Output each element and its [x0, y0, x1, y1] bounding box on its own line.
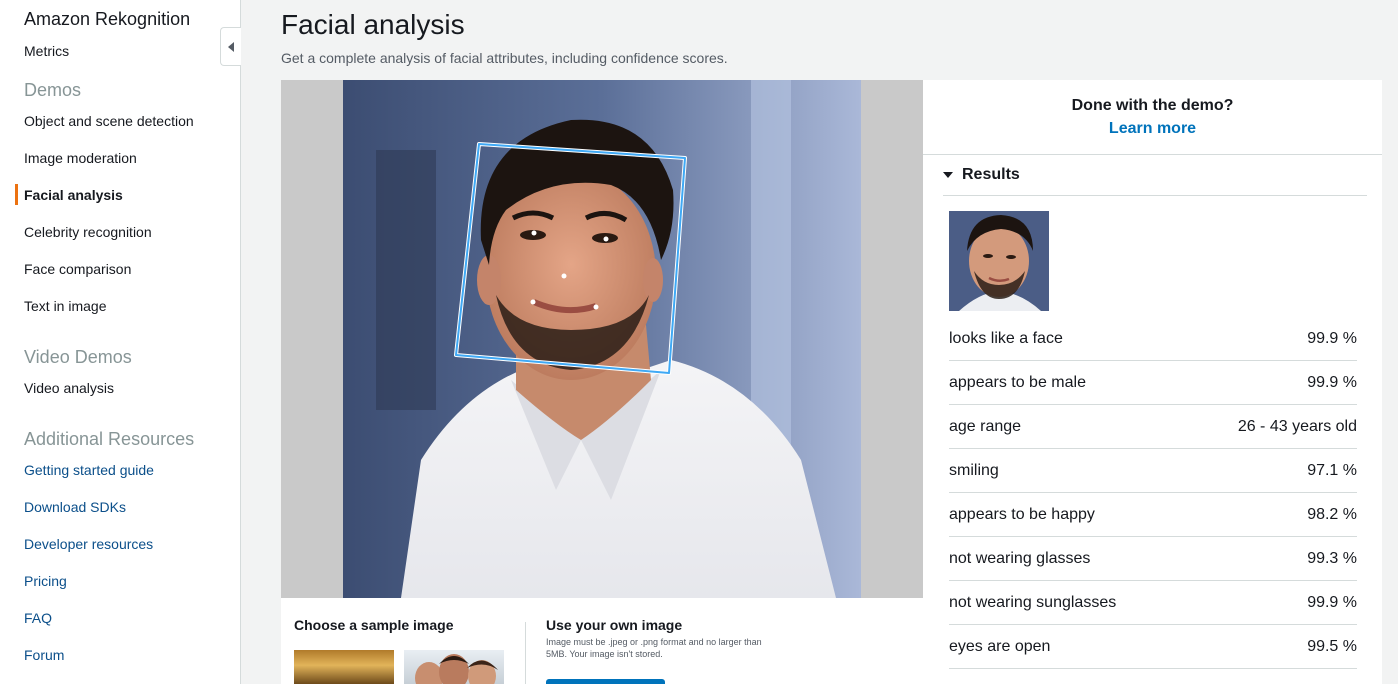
- image-source-panel: Choose a sample image Use your own image…: [281, 598, 923, 684]
- results-panel: Done with the demo? Learn more Results l…: [923, 80, 1382, 684]
- sidebar-link-forum[interactable]: Forum: [24, 647, 64, 663]
- analyzed-photo: [281, 80, 923, 598]
- active-indicator: [15, 184, 18, 205]
- sidebar-item-celebrity-recognition[interactable]: Celebrity recognition: [24, 224, 152, 240]
- attribute-value: 99.9 %: [1307, 593, 1357, 611]
- attribute-list: looks like a face 99.9 % appears to be m…: [949, 317, 1357, 669]
- attribute-row: eyes are open 99.5 %: [949, 625, 1357, 669]
- attribute-label: appears to be happy: [949, 505, 1095, 523]
- page-title: Facial analysis: [281, 9, 465, 40]
- panel-divider: [525, 622, 526, 684]
- attribute-value: 99.5 %: [1307, 637, 1357, 655]
- detected-face-thumbnail: [949, 211, 1049, 311]
- attribute-row: smiling 97.1 %: [949, 449, 1357, 493]
- page-scrollbar[interactable]: [1382, 0, 1398, 684]
- attribute-label: appears to be male: [949, 373, 1086, 391]
- sample-image-2[interactable]: [404, 650, 504, 684]
- results-header-line: [943, 195, 1367, 196]
- sidebar-link-developer-resources[interactable]: Developer resources: [24, 536, 153, 552]
- attribute-value: 99.9 %: [1307, 329, 1357, 347]
- sidebar-link-faq[interactable]: FAQ: [24, 610, 52, 626]
- own-image-note: Image must be .jpeg or .png format and n…: [546, 637, 762, 659]
- sidebar: Amazon Rekognition Metrics Demos Object …: [0, 0, 241, 684]
- sidebar-item-facial-analysis[interactable]: Facial analysis: [24, 187, 123, 203]
- sidebar-item-face-comparison[interactable]: Face comparison: [24, 261, 131, 277]
- collapse-sidebar-button[interactable]: [220, 27, 241, 66]
- attribute-value: 99.9 %: [1307, 373, 1357, 391]
- attribute-row: appears to be happy 98.2 %: [949, 493, 1357, 537]
- sidebar-link-download-sdks[interactable]: Download SDKs: [24, 499, 126, 515]
- sample-image-title: Choose a sample image: [294, 617, 454, 633]
- attribute-row: appears to be male 99.9 %: [949, 361, 1357, 405]
- attribute-label: eyes are open: [949, 637, 1051, 655]
- sidebar-item-metrics[interactable]: Metrics: [24, 43, 69, 59]
- attribute-value: 99.3 %: [1307, 549, 1357, 567]
- page-subtitle: Get a complete analysis of facial attrib…: [281, 50, 728, 66]
- own-image-title: Use your own image: [546, 617, 683, 633]
- results-divider: [923, 154, 1382, 155]
- sample-image-1[interactable]: [294, 650, 394, 684]
- sidebar-heading-video-demos: Video Demos: [24, 347, 132, 367]
- results-caret-icon: [943, 172, 953, 178]
- attribute-value: 26 - 43 years old: [1237, 417, 1357, 435]
- attribute-row: age range 26 - 43 years old: [949, 405, 1357, 449]
- sidebar-link-getting-started[interactable]: Getting started guide: [24, 462, 154, 478]
- results-header: Results: [962, 166, 1020, 183]
- sidebar-heading-additional-resources: Additional Resources: [24, 429, 195, 449]
- sidebar-item-object-scene[interactable]: Object and scene detection: [24, 113, 194, 129]
- attribute-row: not wearing glasses 99.3 %: [949, 537, 1357, 581]
- results-toggle[interactable]: Results: [943, 166, 1020, 184]
- attribute-label: not wearing glasses: [949, 549, 1091, 567]
- attribute-row: not wearing sunglasses 99.9 %: [949, 581, 1357, 625]
- attribute-label: not wearing sunglasses: [949, 593, 1117, 611]
- sidebar-link-pricing[interactable]: Pricing: [24, 573, 67, 589]
- sidebar-item-text-in-image[interactable]: Text in image: [24, 298, 106, 314]
- done-with-demo-text: Done with the demo?: [1071, 97, 1234, 114]
- learn-more-link[interactable]: Learn more: [923, 120, 1382, 138]
- sidebar-item-video-analysis[interactable]: Video analysis: [24, 380, 114, 396]
- attribute-label: looks like a face: [949, 329, 1063, 347]
- sidebar-title[interactable]: Amazon Rekognition: [24, 9, 190, 30]
- collapse-sidebar-icon: [228, 41, 234, 52]
- attribute-value: 98.2 %: [1307, 505, 1357, 523]
- attribute-label: smiling: [949, 461, 999, 479]
- portrait-illustration: [281, 80, 923, 598]
- upload-button[interactable]: [546, 679, 665, 684]
- attribute-row: looks like a face 99.9 %: [949, 317, 1357, 361]
- sidebar-heading-demos: Demos: [24, 80, 82, 100]
- sidebar-item-image-moderation[interactable]: Image moderation: [24, 150, 137, 166]
- attribute-value: 97.1 %: [1307, 461, 1357, 479]
- attribute-label: age range: [949, 417, 1022, 435]
